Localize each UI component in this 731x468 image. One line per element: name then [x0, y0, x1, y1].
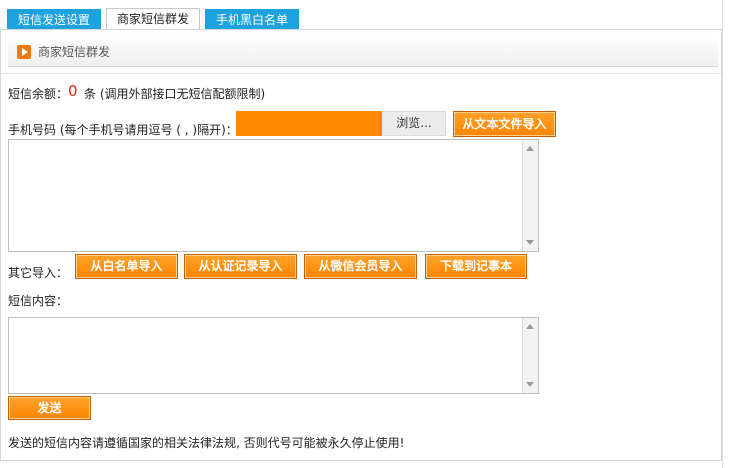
panel-title: 商家短信群发: [38, 45, 111, 59]
file-input[interactable]: [236, 111, 382, 136]
balance-note: 条 (调用外部接口无短信配额限制): [84, 87, 266, 101]
scrollbar[interactable]: [522, 140, 538, 251]
browse-button[interactable]: 浏览...: [382, 111, 446, 136]
tab-bar: 短信发送设置 商家短信群发 手机黑白名单: [0, 0, 731, 30]
scroll-up-icon[interactable]: [526, 324, 534, 329]
import-wechat-members-button[interactable]: 从微信会员导入: [304, 254, 417, 279]
import-from-text-button[interactable]: 从文本文件导入: [453, 111, 556, 137]
tab-merchant-group-sms[interactable]: 商家短信群发: [106, 8, 200, 30]
scroll-down-icon[interactable]: [526, 240, 534, 245]
other-import-label: 其它导入：: [8, 266, 69, 280]
divider: [1, 73, 721, 74]
divider: [722, 0, 723, 468]
send-button[interactable]: 发送: [8, 396, 91, 420]
import-auth-records-button[interactable]: 从认证记录导入: [184, 254, 297, 279]
sms-content-label: 短信内容：: [8, 294, 69, 308]
scrollbar[interactable]: [522, 318, 538, 393]
balance-label: 短信余额：: [8, 87, 69, 101]
sms-content-textarea[interactable]: [8, 317, 539, 394]
balance-value: 0: [68, 82, 78, 100]
scroll-up-icon[interactable]: [526, 146, 534, 151]
phone-label: 手机号码 (每个手机号请用逗号 ( , )隔开)：: [8, 123, 238, 137]
download-notepad-button[interactable]: 下载到记事本: [425, 254, 527, 279]
phone-numbers-textarea[interactable]: [8, 139, 539, 252]
panel-header: 商家短信群发: [8, 36, 718, 67]
play-icon: [17, 45, 31, 59]
scroll-down-icon[interactable]: [526, 382, 534, 387]
tab-sms-settings[interactable]: 短信发送设置: [7, 9, 101, 29]
legal-notice: 发送的短信内容请遵循国家的相关法律法规, 否则代号可能被永久停止使用!: [8, 436, 405, 450]
tab-phone-blackwhite-list[interactable]: 手机黑白名单: [205, 9, 299, 29]
import-whitelist-button[interactable]: 从白名单导入: [75, 254, 178, 279]
